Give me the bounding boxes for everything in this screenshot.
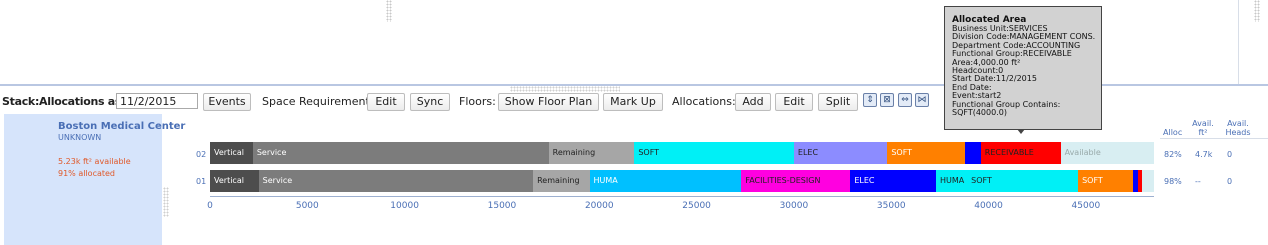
collapse-icon[interactable]: ⊠ — [880, 93, 894, 107]
floor-avail: -- — [1195, 177, 1201, 186]
avail-ft-header: Avail. ft² — [1192, 119, 1214, 137]
stats-divider — [1160, 138, 1268, 139]
x-tick-label: 40000 — [974, 201, 1003, 211]
events-button[interactable]: Events — [203, 93, 251, 111]
x-tick-label: 25000 — [682, 201, 711, 211]
floor-bar-02[interactable]: Vertical Service Remaining SOFT ELEC SOFT RECE… — [210, 142, 1154, 164]
allocation-segment[interactable] — [965, 142, 981, 164]
allocation-segment[interactable]: SOFT — [634, 142, 794, 164]
allocation-segment[interactable]: Vertical — [210, 170, 259, 192]
as-of-date-field[interactable]: 11/2/2015 — [116, 93, 198, 109]
x-axis — [210, 196, 1154, 197]
x-tick-label: 15000 — [487, 201, 517, 211]
x-tick-label: 0 — [207, 201, 213, 211]
building-available: 5.23k ft² available — [58, 157, 131, 166]
tooltip-pointer — [1017, 129, 1025, 134]
show-floor-plan-button[interactable]: Show Floor Plan — [498, 93, 599, 111]
allocation-segment[interactable]: SOFT — [1078, 170, 1133, 192]
fit-width-icon[interactable]: ⇔ — [898, 93, 912, 107]
allocations-label: Allocations: — [672, 95, 736, 108]
allocation-segment[interactable] — [1142, 170, 1154, 192]
panel-divider — [1238, 0, 1239, 84]
add-allocation-button[interactable]: Add — [735, 93, 771, 111]
floor-heads: 0 — [1227, 177, 1233, 186]
x-tick-label: 10000 — [390, 201, 419, 211]
allocation-segment[interactable]: Vertical — [210, 142, 253, 164]
floor-bar-01[interactable]: Vertical Service Remaining HUMA FACILITIES-D… — [210, 170, 1154, 192]
allocation-segment[interactable]: Service — [252, 142, 549, 164]
tooltip-line: SQFT(4000.0) — [952, 108, 1007, 118]
floors-label: Floors: — [459, 95, 496, 108]
x-tick-label: 20000 — [584, 201, 614, 211]
avail-heads-header: Avail. Heads — [1225, 119, 1251, 137]
x-tick-label: 30000 — [779, 201, 809, 211]
allocation-segment[interactable]: ELEC — [793, 142, 888, 164]
allocation-segment[interactable]: SOFT — [967, 170, 1079, 192]
building-allocated: 91% allocated — [58, 169, 116, 178]
x-tick-label: 5000 — [295, 201, 319, 211]
resize-grip[interactable] — [1254, 0, 1260, 22]
allocation-segment[interactable]: Service — [258, 170, 534, 192]
alloc-header: Alloc — [1163, 128, 1183, 137]
sync-button[interactable]: Sync — [410, 93, 450, 111]
building-status: UNKNOWN — [58, 133, 102, 142]
allocation-segment[interactable]: FACILITIES-DESIGN — [741, 170, 851, 192]
floor-alloc: 82% — [1164, 150, 1182, 159]
mark-up-button[interactable]: Mark Up — [603, 93, 663, 111]
horizontal-splitter[interactable] — [510, 86, 620, 92]
floor-alloc: 98% — [1164, 177, 1182, 186]
allocation-segment[interactable]: Remaining — [533, 170, 590, 192]
space-requirements-label: Space Requirements: — [262, 95, 380, 108]
x-tick-label: 45000 — [1071, 201, 1101, 211]
resize-grip[interactable] — [386, 0, 392, 22]
allocation-tooltip: Allocated Area Business Unit:SERVICES Di… — [944, 6, 1102, 130]
floor-label: 01 — [196, 177, 207, 186]
side-resize-grip[interactable] — [163, 187, 169, 217]
x-tick-label: 35000 — [876, 201, 906, 211]
allocation-segment[interactable]: HUMA — [589, 170, 742, 192]
allocation-segment[interactable]: HUMA — [936, 170, 968, 192]
allocation-segment[interactable]: Available — [1060, 142, 1154, 164]
floor-heads: 0 — [1227, 150, 1233, 159]
split-allocation-button[interactable]: Split — [818, 93, 858, 111]
space-req-edit-button[interactable]: Edit — [367, 93, 405, 111]
floor-label: 02 — [196, 150, 207, 159]
allocation-segment[interactable]: RECEIVABLE — [980, 142, 1061, 164]
floor-avail: 4.7k — [1195, 150, 1213, 159]
allocation-segment[interactable]: ELEC — [850, 170, 936, 192]
zoom-icon[interactable]: ⋈ — [915, 93, 929, 107]
building-name[interactable]: Boston Medical Center — [58, 121, 185, 132]
allocation-segment[interactable]: SOFT — [887, 142, 966, 164]
expand-icon[interactable]: ⇕ — [863, 93, 877, 107]
allocation-segment[interactable]: Remaining — [548, 142, 635, 164]
edit-allocation-button[interactable]: Edit — [775, 93, 813, 111]
